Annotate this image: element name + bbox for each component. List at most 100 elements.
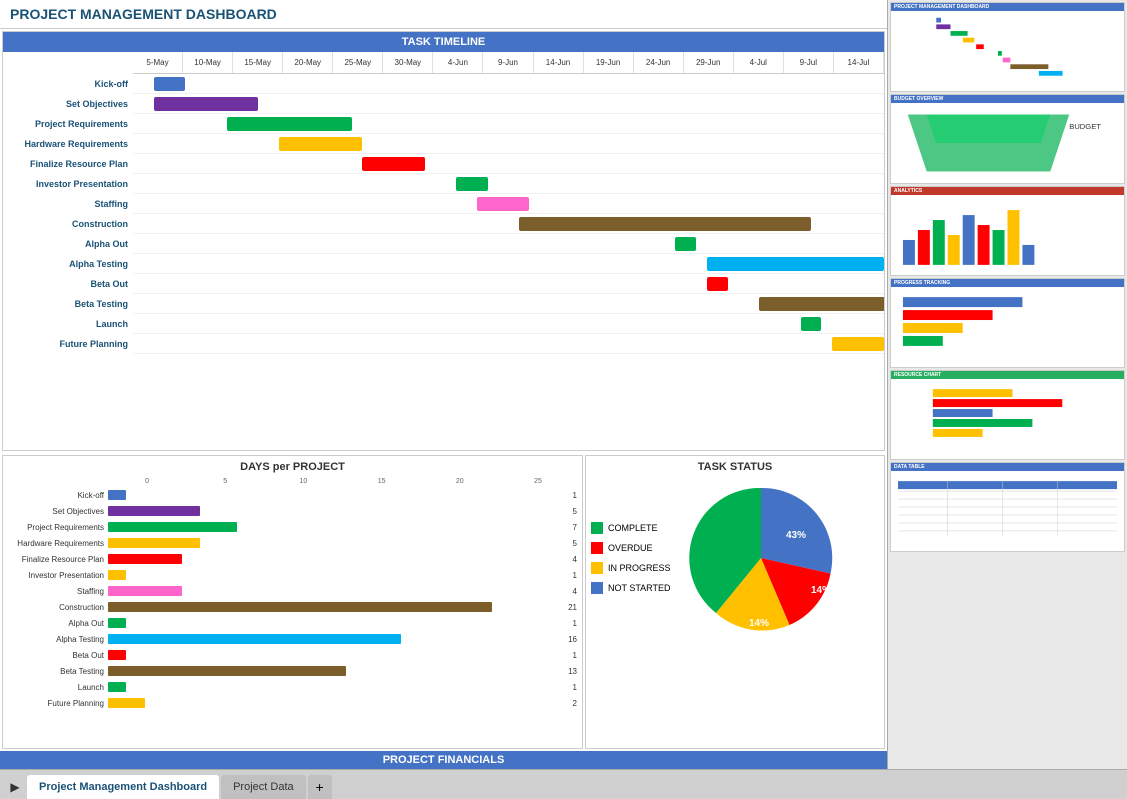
date-col-4Jul: 4-Jul — [734, 52, 784, 73]
tab-arrow[interactable]: ▶ — [5, 775, 25, 799]
bar-fill — [108, 666, 346, 676]
date-col-4Jun: 4-Jun — [433, 52, 483, 73]
date-col-10May: 10-May — [183, 52, 233, 73]
bar-value: 7 — [573, 523, 577, 532]
bar-container — [108, 554, 570, 564]
bar-label: Hardware Requirements — [8, 539, 108, 548]
bar-fill — [108, 698, 145, 708]
date-headers: 5-May10-May15-May20-May25-May30-May4-Jun… — [133, 52, 884, 74]
bar-row-set-objectives: Set Objectives5 — [8, 504, 577, 518]
days-chart-title: DAYS per PROJECT — [8, 461, 577, 473]
legend-item-in-progress: IN PROGRESS — [591, 562, 671, 574]
gantt-bar-8 — [675, 237, 696, 251]
bar-value: 1 — [573, 491, 577, 500]
thumb-content-2: BUDGET — [891, 103, 1124, 183]
bar-container — [108, 602, 565, 612]
bar-container — [108, 570, 570, 580]
date-col-9Jun: 9-Jun — [483, 52, 533, 73]
date-col-9Jul: 9-Jul — [784, 52, 834, 73]
thumb-content-3 — [891, 195, 1124, 275]
chart-area: 5-May10-May15-May20-May25-May30-May4-Jun… — [133, 52, 884, 448]
bar-label: Finalize Resource Plan — [8, 555, 108, 564]
legend-label: IN PROGRESS — [608, 563, 671, 573]
date-col-5May: 5-May — [133, 52, 183, 73]
x-label-10: 10 — [264, 478, 342, 485]
legend-color — [591, 582, 603, 594]
timeline-title: TASK TIMELINE — [3, 32, 884, 52]
bar-label: Investor Presentation — [8, 571, 108, 580]
bar-fill — [108, 650, 126, 660]
bar-row-future-planning: Future Planning2 — [8, 696, 577, 710]
task-label-future-planning: Future Planning — [3, 334, 133, 354]
task-label-alpha-out: Alpha Out — [3, 234, 133, 254]
bar-label: Launch — [8, 683, 108, 692]
bar-fill — [108, 602, 492, 612]
bar-label: Beta Testing — [8, 667, 108, 676]
svg-text:43%: 43% — [786, 530, 806, 541]
gantt-bar-10 — [707, 277, 728, 291]
task-label-beta-testing: Beta Testing — [3, 294, 133, 314]
bar-fill — [108, 634, 401, 644]
bar-label: Future Planning — [8, 699, 108, 708]
gantt-bar-5 — [456, 177, 487, 191]
legend-item-overdue: OVERDUE — [591, 542, 671, 554]
bar-container — [108, 586, 570, 596]
task-labels: Kick-offSet ObjectivesProject Requiremen… — [3, 52, 133, 448]
thumb-title-bar-4: PROGRESS TRACKING — [891, 279, 1124, 287]
dashboard-title: PROJECT MANAGEMENT DASHBOARD — [0, 0, 887, 29]
bar-fill — [108, 506, 200, 516]
bar-label: Alpha Testing — [8, 635, 108, 644]
bar-row-alpha-testing: Alpha Testing 16 — [8, 632, 577, 646]
gantt-row-3 — [133, 134, 884, 154]
bar-label: Construction — [8, 603, 108, 612]
tab-project-data[interactable]: Project Data — [221, 775, 306, 799]
tab-dashboard[interactable]: Project Management Dashboard — [27, 775, 219, 799]
gantt-bar-2 — [227, 117, 352, 131]
bar-chart-area: Kick-off1Set Objectives5Project Requirem… — [8, 488, 577, 710]
task-label-finalize-resource-plan: Finalize Resource Plan — [3, 154, 133, 174]
legend-label: COMPLETE — [608, 523, 658, 533]
gantt-bar-7 — [519, 217, 811, 231]
bar-label: Kick-off — [8, 491, 108, 500]
date-col-15May: 15-May — [233, 52, 283, 73]
bar-value: 21 — [568, 603, 577, 612]
gantt-bar-4 — [362, 157, 425, 171]
bar-value: 4 — [573, 587, 577, 596]
bar-fill — [108, 490, 126, 500]
bar-value: 16 — [568, 635, 577, 644]
legend-color — [591, 542, 603, 554]
task-label-construction: Construction — [3, 214, 133, 234]
bar-value: 4 — [573, 555, 577, 564]
x-label-25: 25 — [499, 478, 577, 485]
thumb-title-bar-1: PROJECT MANAGEMENT DASHBOARD — [891, 3, 1124, 11]
gantt-bar-9 — [707, 257, 884, 271]
bar-fill — [108, 570, 126, 580]
bar-value: 1 — [573, 651, 577, 660]
task-label-set-objectives: Set Objectives — [3, 94, 133, 114]
thumb-content-5 — [891, 379, 1124, 459]
bar-container — [108, 538, 570, 548]
task-label-project-requirements: Project Requirements — [3, 114, 133, 134]
thumb-4: PROGRESS TRACKING — [890, 278, 1125, 368]
timeline-section: TASK TIMELINE Kick-offSet ObjectivesProj… — [2, 31, 885, 451]
thumb-title-bar-6: DATA TABLE — [891, 463, 1124, 471]
gantt-rows — [133, 74, 884, 354]
bar-container — [108, 618, 570, 628]
bar-container — [108, 522, 570, 532]
thumb-1: PROJECT MANAGEMENT DASHBOARD — [890, 2, 1125, 92]
bar-row-kick-off: Kick-off 1 — [8, 488, 577, 502]
thumb-content-1 — [891, 11, 1124, 91]
gantt-row-1 — [133, 94, 884, 114]
bar-row-finalize-resource-plan: Finalize Resource Plan 4 — [8, 552, 577, 566]
tab-add-button[interactable]: + — [308, 775, 332, 799]
thumb-title-bar-3: ANALYTICS — [891, 187, 1124, 195]
date-col-24Jun: 24-Jun — [634, 52, 684, 73]
date-col-19Jun: 19-Jun — [584, 52, 634, 73]
bar-row-hardware-requirements: Hardware Requirements5 — [8, 536, 577, 550]
bar-row-beta-testing: Beta Testing13 — [8, 664, 577, 678]
main-container: PROJECT MANAGEMENT DASHBOARD TASK TIMELI… — [0, 0, 1127, 799]
bar-row-construction: Construction 21 — [8, 600, 577, 614]
legend-label: OVERDUE — [608, 543, 653, 553]
gantt-row-7 — [133, 214, 884, 234]
bar-row-alpha-out: Alpha Out1 — [8, 616, 577, 630]
